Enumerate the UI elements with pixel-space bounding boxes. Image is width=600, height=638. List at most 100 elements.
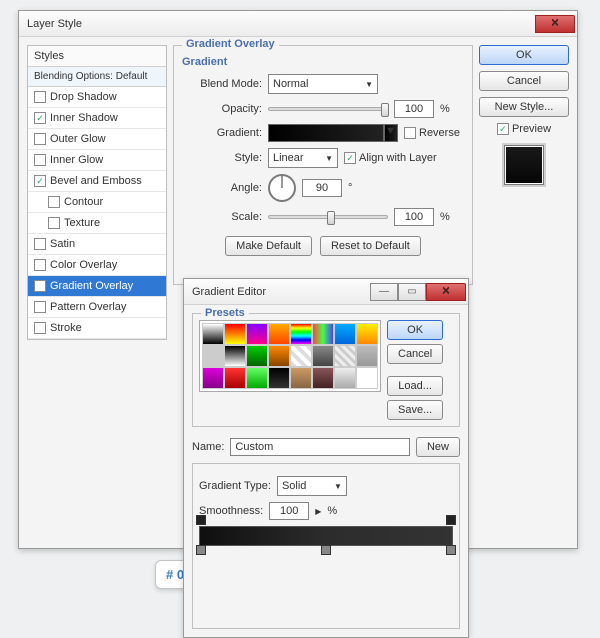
gradient-bar[interactable] [199,526,453,546]
scale-label: Scale: [182,211,262,223]
preset-swatch[interactable] [290,323,312,345]
preview-swatch [504,145,544,185]
preset-swatch[interactable] [246,345,268,367]
preset-swatch[interactable] [312,323,334,345]
preset-swatch[interactable] [268,367,290,389]
preset-swatch[interactable] [224,367,246,389]
preset-swatch[interactable] [356,323,378,345]
gradient-picker[interactable]: ▼ [268,124,398,142]
styles-header[interactable]: Styles [28,46,166,67]
reverse-checkbox[interactable] [404,127,416,139]
type-select[interactable]: Solid▼ [277,476,347,496]
checkbox[interactable] [34,238,46,250]
presets-label: Presets [201,307,249,319]
reset-default-button[interactable]: Reset to Default [320,236,421,256]
style-select[interactable]: Linear▼ [268,148,338,168]
chevron-down-icon: ▼ [334,482,342,491]
color-stop[interactable] [196,545,206,555]
angle-dial[interactable] [268,174,296,202]
preset-swatch[interactable] [246,367,268,389]
style-item[interactable]: Color Overlay [28,255,166,276]
style-item-label: Texture [64,217,100,229]
titlebar: Layer Style ✕ [19,11,577,37]
opacity-value[interactable]: 100 [394,100,434,118]
cancel-button[interactable]: Cancel [479,71,569,91]
style-item[interactable]: Bevel and Emboss [28,171,166,192]
editor-ok-button[interactable]: OK [387,320,443,340]
maximize-icon[interactable]: ▭ [398,283,426,301]
preset-swatch[interactable] [312,345,334,367]
preset-swatch[interactable] [224,345,246,367]
chevron-down-icon: ▼ [325,154,333,163]
editor-cancel-button[interactable]: Cancel [387,344,443,364]
checkbox[interactable] [34,322,46,334]
preview-checkbox[interactable] [497,123,509,135]
preset-swatch[interactable] [202,323,224,345]
color-stop[interactable] [446,545,456,555]
ok-button[interactable]: OK [479,45,569,65]
blending-options[interactable]: Blending Options: Default [28,67,166,87]
preset-swatch[interactable] [356,367,378,389]
checkbox[interactable] [34,112,46,124]
new-style-button[interactable]: New Style... [479,97,569,117]
scale-value[interactable]: 100 [394,208,434,226]
preset-swatch[interactable] [268,345,290,367]
close-icon[interactable]: ✕ [535,15,575,33]
close-icon[interactable]: ✕ [426,283,466,301]
style-item-label: Bevel and Emboss [50,175,142,187]
style-item[interactable]: Contour [28,192,166,213]
checkbox[interactable] [34,154,46,166]
style-item[interactable]: Outer Glow [28,129,166,150]
preset-swatch[interactable] [334,323,356,345]
checkbox[interactable] [34,301,46,313]
style-item[interactable]: Stroke [28,318,166,339]
blend-mode-select[interactable]: Normal▼ [268,74,378,94]
preset-swatch[interactable] [268,323,290,345]
checkbox[interactable] [34,133,46,145]
smooth-label: Smoothness: [199,505,263,517]
preset-swatch[interactable] [290,345,312,367]
gradient-editor-window: Gradient Editor — ▭ ✕ Presets OK Cancel … [183,278,469,638]
preset-swatch[interactable] [334,345,356,367]
style-item[interactable]: Drop Shadow [28,87,166,108]
style-item[interactable]: Inner Shadow [28,108,166,129]
align-checkbox[interactable] [344,152,356,164]
style-item[interactable]: Texture [28,213,166,234]
preset-swatch[interactable] [202,345,224,367]
preset-swatch[interactable] [312,367,334,389]
style-item-label: Inner Shadow [50,112,118,124]
style-item[interactable]: Pattern Overlay [28,297,166,318]
style-item-label: Satin [50,238,75,250]
checkbox[interactable] [34,91,46,103]
load-button[interactable]: Load... [387,376,443,396]
angle-value[interactable]: 90 [302,179,342,197]
preset-swatch[interactable] [224,323,246,345]
preset-swatch[interactable] [246,323,268,345]
checkbox[interactable] [34,280,46,292]
name-input[interactable]: Custom [230,438,410,456]
color-stop[interactable] [321,545,331,555]
style-item[interactable]: Gradient Overlay [28,276,166,297]
preset-swatch[interactable] [334,367,356,389]
opacity-slider[interactable] [268,107,388,111]
chevron-down-icon[interactable]: ▶ [315,507,321,516]
preset-swatch[interactable] [356,345,378,367]
save-button[interactable]: Save... [387,400,443,420]
checkbox[interactable] [34,175,46,187]
checkbox[interactable] [48,217,60,229]
style-item[interactable]: Satin [28,234,166,255]
opacity-stop[interactable] [446,515,456,525]
checkbox[interactable] [48,196,60,208]
style-item-label: Inner Glow [50,154,103,166]
minimize-icon[interactable]: — [370,283,398,301]
opacity-stop[interactable] [196,515,206,525]
preset-swatch[interactable] [290,367,312,389]
preset-grid[interactable] [199,320,381,392]
scale-slider[interactable] [268,215,388,219]
style-item[interactable]: Inner Glow [28,150,166,171]
new-button[interactable]: New [416,437,460,457]
preset-swatch[interactable] [202,367,224,389]
make-default-button[interactable]: Make Default [225,236,312,256]
checkbox[interactable] [34,259,46,271]
smooth-value[interactable]: 100 [269,502,309,520]
